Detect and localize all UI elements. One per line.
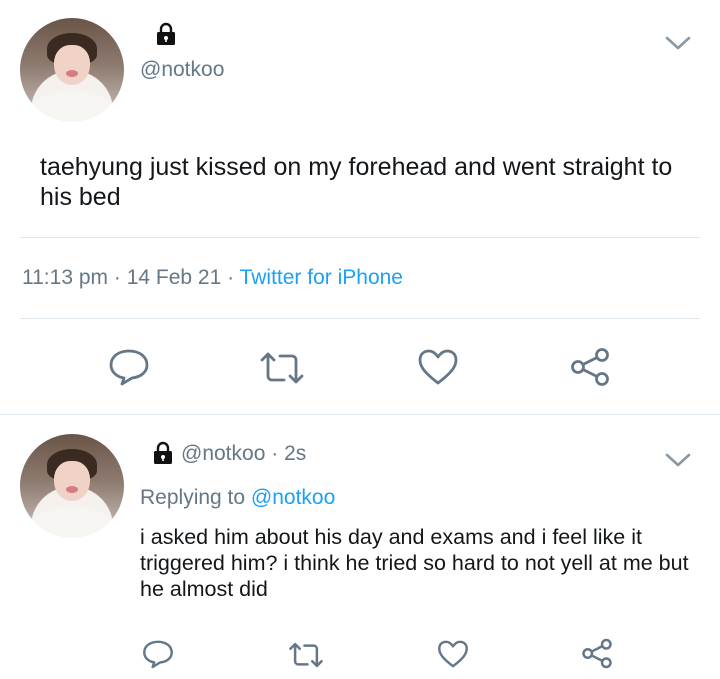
divider: [20, 237, 700, 238]
chevron-down-icon[interactable]: [664, 34, 692, 52]
tweet-text: taehyung just kissed on my forehead and …: [40, 153, 673, 211]
avatar-face: [54, 461, 90, 501]
heart-icon[interactable]: [437, 639, 469, 669]
reply-icon[interactable]: [142, 639, 174, 669]
avatar-shirt: [32, 506, 112, 538]
lock-icon: [155, 22, 177, 46]
reply-text: i asked him about his day and exams and …: [140, 525, 689, 601]
share-icon[interactable]: [568, 347, 612, 387]
replying-to: Replying to @notkoo: [140, 486, 335, 510]
reply-avatar[interactable]: [20, 434, 124, 538]
tweet-date[interactable]: 14 Feb 21: [127, 266, 222, 289]
avatar[interactable]: [20, 18, 124, 122]
chevron-down-icon[interactable]: [664, 451, 692, 469]
share-icon[interactable]: [580, 638, 614, 669]
avatar-shirt: [32, 90, 112, 122]
meta-separator: ·: [227, 266, 235, 289]
tweet-time[interactable]: 11:13 pm: [22, 266, 108, 289]
retweet-icon[interactable]: [258, 350, 306, 386]
reply-author-handle[interactable]: @notkoo: [181, 442, 265, 465]
heart-icon[interactable]: [417, 348, 459, 386]
lock-icon: [152, 441, 174, 465]
avatar-face: [54, 45, 90, 85]
author-handle[interactable]: @notkoo: [140, 58, 224, 82]
retweet-icon[interactable]: [287, 641, 325, 669]
reply-icon[interactable]: [108, 348, 150, 386]
replying-to-label: Replying to: [140, 486, 246, 509]
reply-age[interactable]: 2s: [284, 442, 306, 465]
replying-to-handle[interactable]: @notkoo: [251, 486, 335, 509]
reply-header: @notkoo · 2s: [181, 442, 306, 466]
meta-separator: ·: [113, 266, 121, 289]
tweet-source[interactable]: Twitter for iPhone: [240, 266, 403, 289]
divider: [20, 318, 700, 319]
tweet-meta: 11:13 pm · 14 Feb 21 · Twitter for iPhon…: [22, 266, 403, 290]
section-divider: [0, 414, 720, 415]
meta-separator: ·: [271, 442, 279, 465]
